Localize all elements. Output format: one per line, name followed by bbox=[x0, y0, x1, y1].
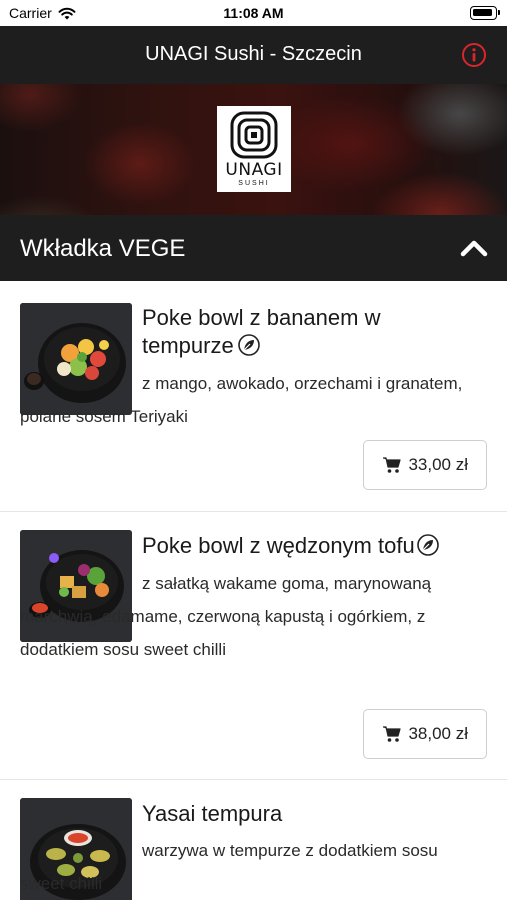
product-description: z sałatką wakame goma, marynowaną marchw… bbox=[20, 574, 432, 659]
add-to-cart-button[interactable]: 38,00 zł bbox=[363, 709, 487, 759]
product-price: 38,00 zł bbox=[408, 724, 468, 743]
logo-name: UNAGI bbox=[225, 160, 283, 180]
logo-subtitle: SUSHI bbox=[238, 180, 270, 187]
vegetarian-leaf-icon bbox=[416, 534, 439, 556]
logo-spiral-icon bbox=[230, 111, 278, 159]
cart-icon bbox=[383, 726, 402, 742]
product-description: z mango, awokado, orzechami i granatem, … bbox=[20, 374, 463, 426]
info-icon[interactable] bbox=[461, 42, 487, 68]
category-title: Wkładka VEGE bbox=[20, 235, 186, 262]
hero-banner: UNAGI SUSHI bbox=[0, 84, 507, 215]
product-name: Yasai tempura bbox=[142, 801, 283, 826]
vegetarian-leaf-icon bbox=[237, 334, 260, 356]
product-price: 33,00 zł bbox=[408, 455, 468, 474]
cart-icon bbox=[383, 457, 402, 473]
product-item[interactable]: Poke bowl z wędzonym tofu z sałatką waka… bbox=[0, 512, 507, 780]
product-item[interactable]: Poke bowl z bananem w tempurze z mango, … bbox=[0, 281, 507, 512]
chevron-up-icon[interactable] bbox=[460, 238, 488, 258]
page-title: UNAGI Sushi - Szczecin bbox=[145, 43, 362, 65]
product-name: Poke bowl z bananem w tempurze bbox=[142, 305, 381, 358]
status-time: 11:08 AM bbox=[223, 5, 284, 21]
status-bar: Carrier 11:08 AM bbox=[0, 0, 507, 26]
product-description: warzywa w tempurze z dodatkiem sosu swee… bbox=[20, 841, 438, 893]
battery-icon bbox=[470, 6, 500, 20]
product-name: Poke bowl z wędzonym tofu bbox=[142, 532, 492, 560]
category-header[interactable]: Wkładka VEGE bbox=[0, 215, 507, 281]
nav-bar: UNAGI Sushi - Szczecin bbox=[0, 26, 507, 84]
add-to-cart-button[interactable]: 33,00 zł bbox=[363, 440, 487, 490]
restaurant-logo: UNAGI SUSHI bbox=[217, 106, 291, 192]
product-item[interactable]: Yasai tempura warzywa w tempurze z dodat… bbox=[0, 780, 507, 900]
